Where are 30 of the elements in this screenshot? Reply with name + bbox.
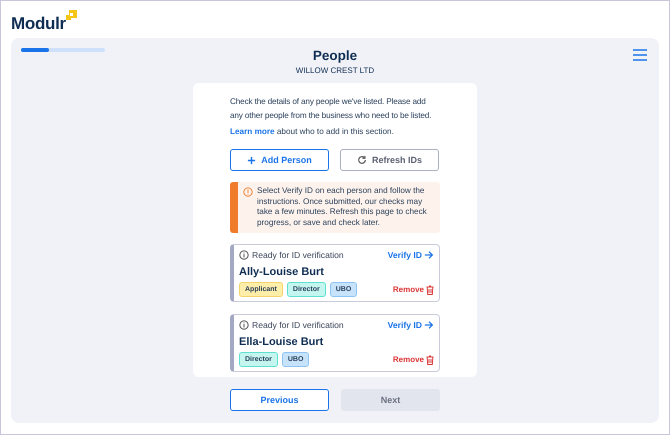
page-title: People (312, 48, 358, 63)
arrow-right-icon (424, 320, 434, 330)
verify-link[interactable]: Verify ID (388, 320, 434, 330)
logo-text: Modulr (11, 14, 66, 34)
notice-text: Select Verify ID on each person and follow the instructions. Once submitted, our checks may take a few minutes. Refresh this page to check progress, or save and check later. (257, 186, 428, 228)
status-text: Ready for ID verification (252, 320, 344, 330)
help-text: Learn more about who to add in this section. (230, 127, 395, 136)
notice-accent-bar (230, 182, 238, 233)
plus-icon (247, 156, 256, 164)
remove-link[interactable]: Remove (392, 354, 434, 364)
remove-link[interactable]: Remove (392, 284, 434, 294)
info-icon (239, 250, 249, 260)
learn-more-link[interactable]: Learn more (230, 127, 275, 136)
verify-link[interactable]: Verify ID (388, 250, 434, 260)
arrow-right-icon (424, 250, 434, 260)
status-text: Ready for ID verification (252, 250, 344, 260)
company-name: WILLOW CREST LTD (296, 66, 374, 75)
trash-icon (426, 284, 434, 294)
menu-icon[interactable] (633, 49, 647, 61)
refresh-button[interactable]: Refresh IDs (340, 149, 439, 171)
intro-text: Check the details of any people we've listed. Please add any other people from the business who need to be listed. (230, 96, 432, 122)
alert-icon (243, 187, 253, 197)
person-name: Ella-Louise Burt (239, 336, 324, 348)
trash-icon (426, 354, 434, 364)
previous-button[interactable]: Previous (230, 389, 329, 411)
logo-icon (66, 10, 77, 21)
refresh-icon (356, 155, 367, 165)
add-person-button[interactable]: Add Person (230, 149, 329, 171)
person-name: Ally-Louise Burt (239, 266, 325, 278)
info-icon (239, 320, 249, 330)
